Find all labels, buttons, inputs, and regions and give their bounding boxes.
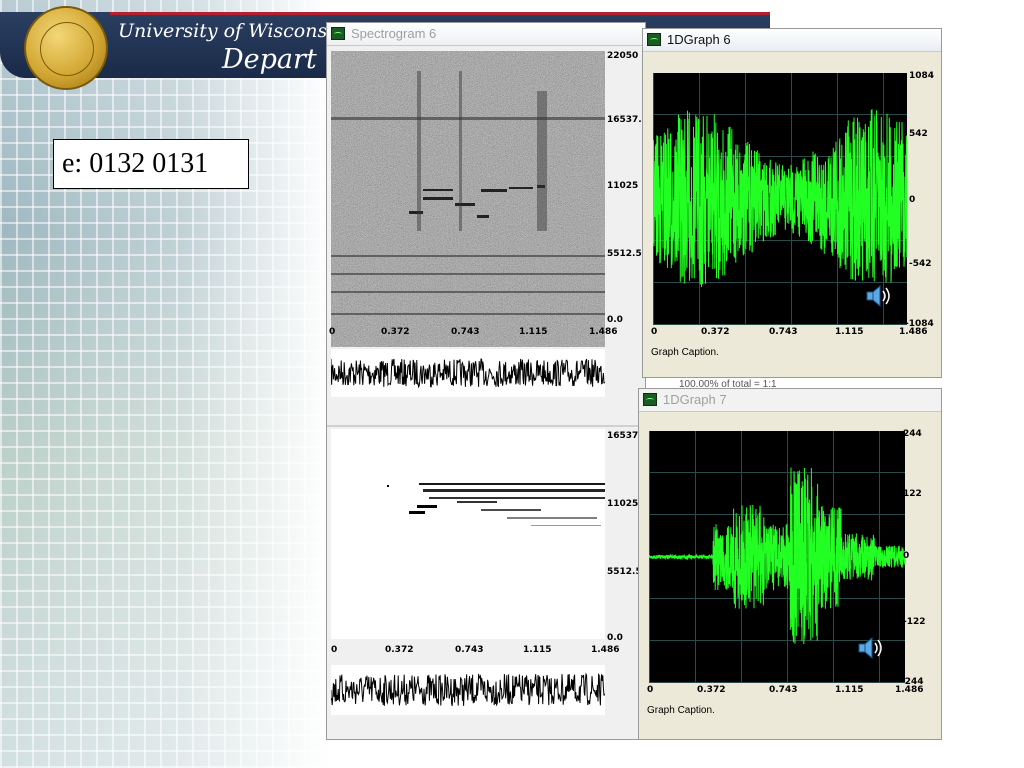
spectrogram-window[interactable]: Spectrogram 6 22050 16537.5 11025 5512.5… [326,22,648,740]
banner-accent-line [110,12,770,15]
graph6-xlabel: 1.115 [835,327,864,337]
graph6-ylabel: -542 [909,259,932,269]
spectrogram-window-title: Spectrogram 6 [351,26,437,41]
graph7-xlabel: 1.115 [835,685,864,695]
graph-window-icon [643,393,657,406]
graph6-xlabel: 0.372 [701,327,730,337]
spec-top-xlabel: 0.743 [451,327,480,337]
graph7-xlabel: 1.486 [895,685,924,695]
graph7-ylabel: 0 [903,551,910,561]
graph6-window-title: 1DGraph 6 [667,32,731,47]
graph7-ylabel: 122 [903,489,922,499]
panel-divider [327,425,645,427]
spec-bottom-xlabel: 0.372 [385,645,414,655]
bottom-spectrogram-marks [387,483,605,526]
spec-bottom-ylabel: 5512.5 [607,567,642,577]
graph6-ylabel: 542 [909,129,928,139]
speaker-icon[interactable] [863,281,893,311]
spec-top-xlabel: 1.486 [589,327,618,337]
spec-top-xlabel: 0 [329,327,336,337]
graph-window-icon [331,27,345,40]
graph6-plot[interactable] [653,73,907,325]
graph7-window-titlebar[interactable]: 1DGraph 7 [639,389,941,412]
spec-top-xlabel: 1.115 [519,327,548,337]
graph6-ylabel: 0 [909,195,916,205]
spec-top-xlabel: 0.372 [381,327,410,337]
graph7-window-title: 1DGraph 7 [663,392,727,407]
spectrogram-top-plot[interactable] [331,51,605,347]
spectrogram-window-titlebar[interactable]: Spectrogram 6 [327,23,645,46]
graph6-window-titlebar[interactable]: 1DGraph 6 [643,29,941,52]
graph6-ylabel: 1084 [909,71,935,81]
graph7-plot[interactable] [649,431,905,683]
spec-top-ylabel: 11025 [607,181,639,191]
graph6-window[interactable]: 1DGraph 6 1084 542 0 -542 -1084 0 0.372 … [642,28,942,390]
spec-bottom-ylabel: 0.0 [607,633,623,643]
spec-bottom-ylabel: 16537. [607,431,642,441]
graph-window-icon [647,33,661,46]
university-seal-icon [24,6,108,90]
graph7-xlabel: 0.743 [769,685,798,695]
spec-top-ylabel: 5512.5 [607,249,642,259]
department-name: Depart [222,44,317,75]
graph7-caption: Graph Caption. [647,705,715,716]
waveform-strip-top [331,349,605,397]
graph6-xlabel: 1.486 [899,327,928,337]
graph6-caption: Graph Caption. [651,347,719,358]
spec-bottom-xlabel: 0.743 [455,645,484,655]
graph6-xlabel: 0 [651,327,658,337]
graph7-xlabel: 0 [647,685,654,695]
graph7-ylabel: -122 [903,617,926,627]
spec-bottom-xlabel: 0 [331,645,338,655]
waveform-strip-bottom [331,665,605,715]
speaker-icon[interactable] [855,633,885,663]
slide-background-mosaic [0,0,330,768]
spec-top-ylabel: 22050 [607,51,639,61]
graph6-xlabel: 0.743 [769,327,798,337]
spec-bottom-xlabel: 1.486 [591,645,620,655]
slide-caption-box: e: 0132 0131 [53,139,249,189]
spectrogram-bottom-plot[interactable] [331,429,605,639]
spec-top-ylabel: 0.0 [607,315,623,325]
graph7-xlabel: 0.372 [697,685,726,695]
spec-bottom-ylabel: 11025 [607,499,639,509]
graph7-ylabel: 244 [903,429,922,439]
graph7-window[interactable]: 1DGraph 7 244 122 0 -122 -244 0 0.372 0.… [638,388,942,740]
spec-bottom-xlabel: 1.115 [523,645,552,655]
